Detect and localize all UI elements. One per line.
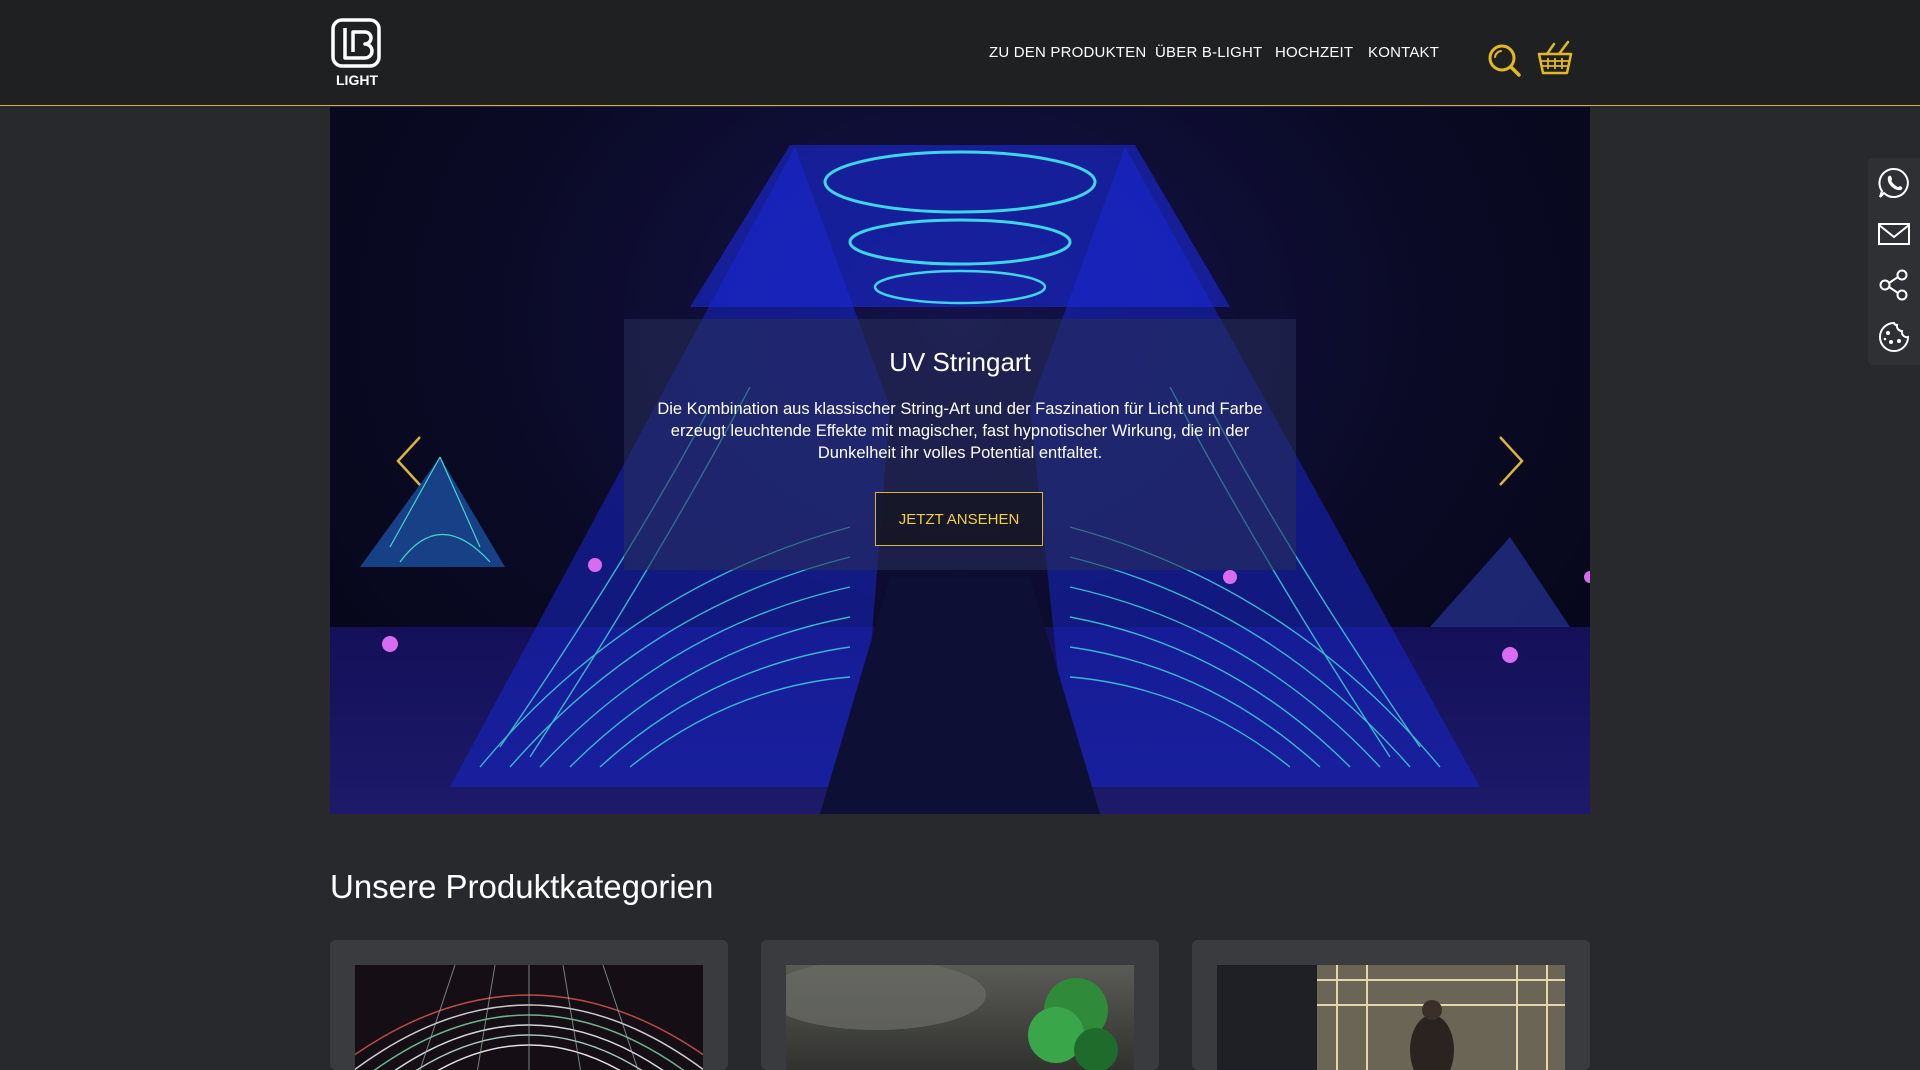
category-image (1217, 965, 1565, 1070)
logo[interactable]: LIGHT (331, 18, 383, 88)
nav-item-hochzeit[interactable]: HOCHZEIT (1275, 44, 1353, 61)
logo-mark-icon: LIGHT (331, 18, 381, 88)
hero-cta-button[interactable]: JETZT ANSEHEN (875, 492, 1043, 546)
share-icon[interactable] (1877, 268, 1911, 302)
hero-caption: UV Stringart Die Kombination aus klassis… (624, 319, 1296, 570)
search-icon[interactable] (1486, 42, 1522, 78)
cookie-icon[interactable] (1877, 320, 1911, 354)
hero-slider: UV Stringart Die Kombination aus klassis… (330, 107, 1590, 814)
basket-icon[interactable] (1537, 40, 1573, 76)
category-card[interactable] (761, 940, 1159, 1070)
category-image (786, 965, 1134, 1070)
section-title: Unsere Produktkategorien (330, 868, 714, 905)
contact-sidebar (1868, 158, 1920, 365)
nav-item-produkte[interactable]: ZU DEN PRODUKTEN (989, 44, 1146, 61)
category-image (355, 965, 703, 1070)
site-header: LIGHT ZU DEN PRODUKTEN ÜBER B-LIGHT HOCH… (0, 0, 1920, 106)
category-card[interactable] (1192, 940, 1590, 1070)
next-slide-arrow-icon[interactable] (1494, 433, 1528, 489)
prev-slide-arrow-icon[interactable] (392, 433, 426, 489)
category-card[interactable] (330, 940, 728, 1070)
hero-text: Die Kombination aus klassischer String-A… (657, 400, 1263, 462)
logo-text: LIGHT (336, 72, 378, 88)
nav-item-ueber[interactable]: ÜBER B-LIGHT (1155, 44, 1262, 61)
mail-icon[interactable] (1877, 217, 1911, 251)
hero-title: UV Stringart (889, 347, 1031, 377)
whatsapp-icon[interactable] (1877, 166, 1911, 200)
nav-item-kontakt[interactable]: KONTAKT (1368, 44, 1439, 61)
